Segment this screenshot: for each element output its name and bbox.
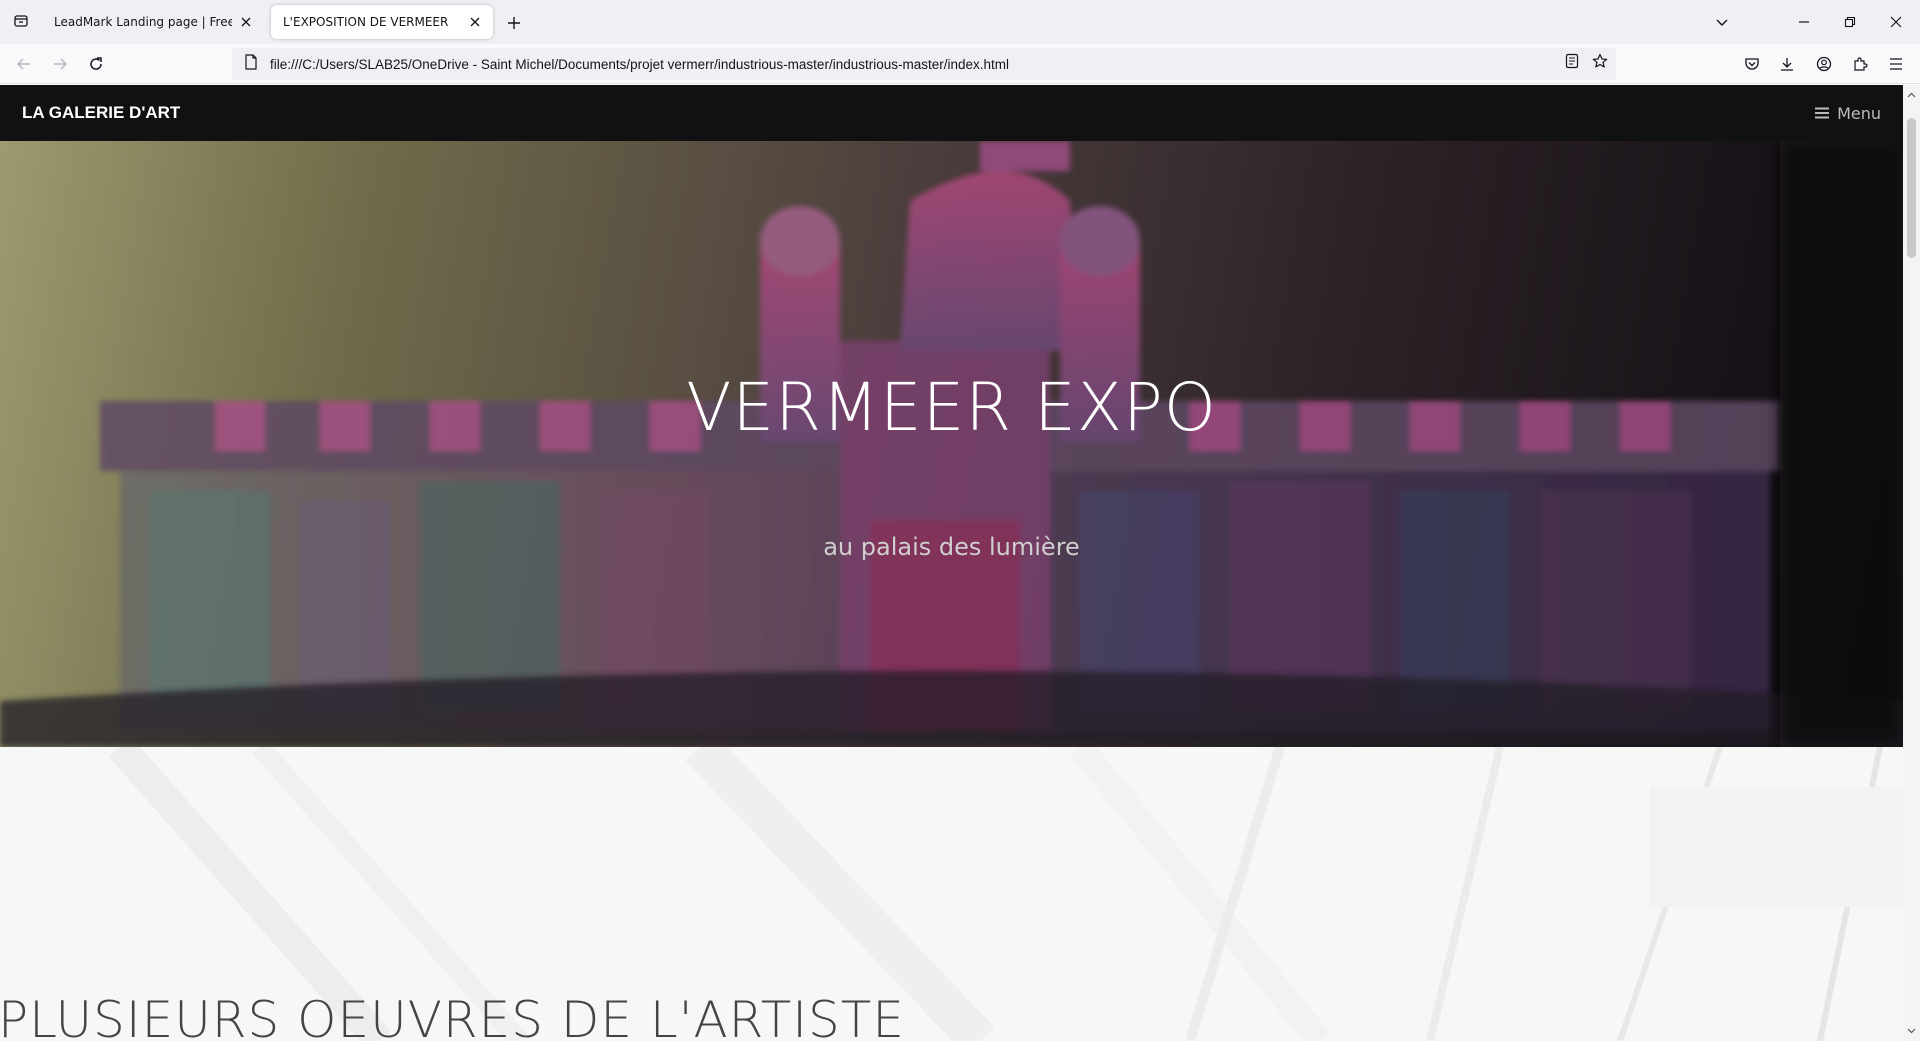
navigation-toolbar: file:///C:/Users/SLAB25/OneDrive - Saint… — [0, 44, 1920, 84]
menu-label: Menu — [1837, 103, 1881, 123]
reload-icon[interactable] — [84, 52, 108, 76]
page-scrollbar[interactable] — [1903, 85, 1920, 1041]
close-window-icon[interactable] — [1884, 10, 1908, 34]
url-bar[interactable]: file:///C:/Users/SLAB25/OneDrive - Saint… — [232, 48, 1616, 80]
menu-button[interactable]: Menu — [1815, 104, 1881, 123]
tab-title: L'EXPOSITION DE VERMEER — [283, 15, 449, 29]
url-text: file:///C:/Users/SLAB25/OneDrive - Saint… — [270, 56, 1010, 72]
site-header: LA GALERIE D'ART Menu — [0, 85, 1903, 141]
tab-title: LeadMark Landing page | Free Boot — [54, 15, 232, 29]
close-tab-icon[interactable] — [238, 14, 254, 30]
hero-subtitle: au palais des lumière — [823, 533, 1080, 561]
site-logo-link[interactable]: LA GALERIE D'ART — [22, 103, 180, 123]
scroll-up-arrow-icon[interactable] — [1906, 89, 1917, 100]
scroll-down-arrow-icon[interactable] — [1906, 1025, 1917, 1036]
pocket-icon[interactable] — [1741, 53, 1763, 75]
hero-banner: VERMEER EXPO au palais des lumière — [0, 141, 1903, 747]
back-arrow-icon[interactable] — [12, 52, 36, 76]
list-all-tabs-chevron-icon[interactable] — [1710, 10, 1734, 34]
close-tab-icon[interactable] — [467, 14, 483, 30]
account-icon[interactable] — [1813, 53, 1835, 75]
extensions-icon[interactable] — [1849, 53, 1871, 75]
scrollbar-thumb[interactable] — [1907, 118, 1916, 258]
new-tab-plus-icon[interactable] — [503, 12, 525, 34]
section-title: PLUSIEURS OEUVRES DE L'ARTISTE — [0, 991, 905, 1041]
minimize-icon[interactable] — [1792, 10, 1816, 34]
page-viewport: LA GALERIE D'ART Menu VERMEER EXPO au pa… — [0, 85, 1903, 1041]
restore-icon[interactable] — [1838, 10, 1862, 34]
hamburger-icon — [1815, 104, 1830, 123]
app-menu-icon[interactable] — [1885, 53, 1907, 75]
tab-vermeer[interactable]: L'EXPOSITION DE VERMEER — [271, 5, 493, 39]
downloads-icon[interactable] — [1776, 53, 1798, 75]
firefox-view-icon[interactable] — [8, 8, 34, 34]
forward-arrow-icon[interactable] — [48, 52, 72, 76]
hero-title: VERMEER EXPO — [686, 369, 1217, 446]
page-file-icon — [244, 54, 258, 74]
bookmark-star-icon[interactable] — [1591, 52, 1609, 70]
tab-bar: LeadMark Landing page | Free Boot L'EXPO… — [0, 0, 1920, 44]
reader-view-icon[interactable] — [1563, 52, 1581, 70]
artworks-section: PLUSIEURS OEUVRES DE L'ARTISTE — [0, 747, 1903, 1041]
tab-leadmark[interactable]: LeadMark Landing page | Free Boot — [42, 5, 264, 39]
